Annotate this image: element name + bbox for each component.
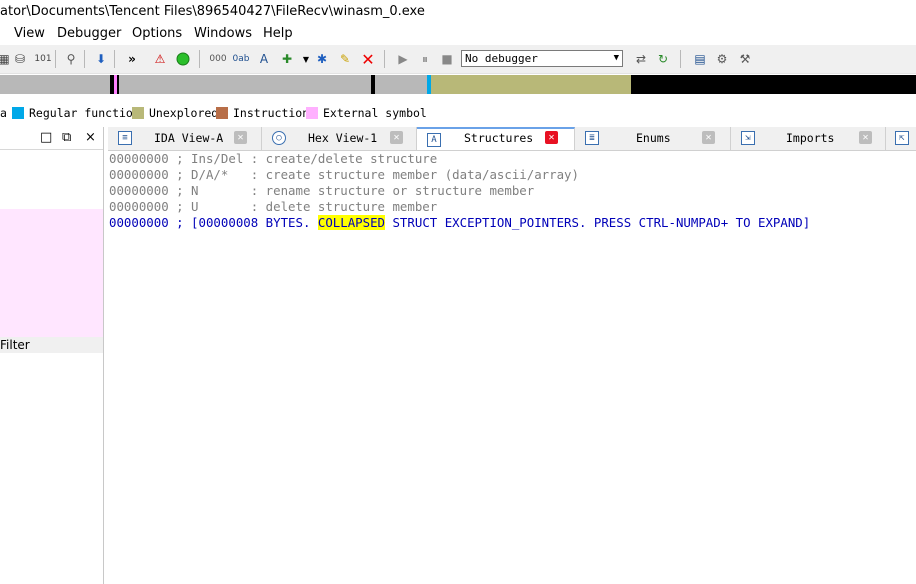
tab-overflow[interactable]: ⇱ xyxy=(886,127,916,150)
close-icon[interactable]: ✕ xyxy=(390,131,403,144)
tab-label: Imports xyxy=(786,131,835,145)
tab-enums[interactable]: ≣ Enums ✕ xyxy=(575,127,731,150)
legend-swatch xyxy=(12,107,24,119)
play-icon[interactable]: ▶ xyxy=(395,51,411,67)
menu-debugger[interactable]: Debugger xyxy=(57,26,121,41)
debugger-select-value: No debugger xyxy=(465,52,538,65)
tab-label: IDA View-A xyxy=(154,131,224,145)
dropdown-arrow-icon[interactable]: ▼ xyxy=(298,51,314,67)
navigation-band[interactable] xyxy=(0,75,916,94)
toolbar: ▦ ⛁ 101 ⚲ ⬇ » ⚠ 000 0ab A ✚ ▼ ✱ ✎ ✕ ▶ ⏸ … xyxy=(0,45,916,74)
tab-imports[interactable]: ⇲ Imports ✕ xyxy=(731,127,886,150)
collapsed-struct-line[interactable]: 00000000 ; [00000008 BYTES. COLLAPSED ST… xyxy=(109,215,810,231)
reload-icon[interactable]: ↻ xyxy=(655,51,671,67)
run-green-icon[interactable] xyxy=(175,51,191,67)
close-icon[interactable]: ✕ xyxy=(545,131,558,144)
struct-icon[interactable]: 000 xyxy=(209,51,226,67)
legend-item: Unexplored xyxy=(149,106,219,120)
tab-structures[interactable]: A Structures ✕ xyxy=(417,127,575,150)
menu-windows[interactable]: Windows xyxy=(194,26,252,41)
stop-icon[interactable]: ■ xyxy=(439,51,455,67)
menu-help[interactable]: Help xyxy=(263,26,293,41)
legend-item: a xyxy=(0,106,7,120)
legend-item: Instruction xyxy=(233,106,310,120)
window-title: ator\Documents\Tencent Files\896540427\F… xyxy=(0,4,425,19)
legend-item: External symbol xyxy=(323,106,427,120)
code-text: 00000000 ; [00000008 BYTES. xyxy=(109,215,318,230)
create-icon[interactable]: ✚ xyxy=(279,51,295,67)
close-icon[interactable]: ✕ xyxy=(859,131,872,144)
code-line: 00000000 ; N : rename structure or struc… xyxy=(109,183,535,198)
menu-bar: View Debugger Options Windows Help xyxy=(0,24,916,45)
code-line: 00000000 ; U : delete structure member xyxy=(109,199,438,214)
code-line: 00000000 ; Ins/Del : create/delete struc… xyxy=(109,151,438,166)
filter-bar[interactable]: Filter xyxy=(0,337,103,353)
chevron-down-icon: ▼ xyxy=(613,53,619,63)
legend-swatch xyxy=(216,107,228,119)
tab-label: Structures xyxy=(464,131,534,145)
menu-view[interactable]: View xyxy=(14,26,45,41)
exports-icon: ⇱ xyxy=(895,131,909,145)
function-list[interactable] xyxy=(0,209,103,337)
more-icon[interactable]: » xyxy=(124,51,140,67)
functions-panel: □ ⧉ × Filter xyxy=(0,127,104,584)
panel-header: □ ⧉ × xyxy=(0,127,103,150)
warning-icon[interactable]: ⚠ xyxy=(152,51,168,67)
tree-icon[interactable]: ⚙ xyxy=(714,51,730,67)
imports-icon: ⇲ xyxy=(741,131,755,145)
enums-icon: ≣ xyxy=(585,131,599,145)
maximize-icon[interactable]: □ xyxy=(40,130,52,145)
ida-view-icon: ≡ xyxy=(118,131,132,145)
structures-view[interactable]: 00000000 ; Ins/Del : create/delete struc… xyxy=(108,151,916,584)
cross-icon[interactable]: ✱ xyxy=(314,51,330,67)
menu-options[interactable]: Options xyxy=(132,26,182,41)
binary-icon[interactable]: 101 xyxy=(34,51,51,67)
close-icon[interactable]: ✕ xyxy=(234,131,247,144)
find-icon[interactable]: ⚲ xyxy=(63,51,79,67)
tab-bar: ≡ IDA View-A ✕ ○ Hex View-1 ✕ A Structur… xyxy=(108,127,916,151)
tab-label: Hex View-1 xyxy=(308,131,378,145)
attach-icon[interactable]: ⇄ xyxy=(633,51,649,67)
filter-label: Filter xyxy=(0,338,30,352)
tab-label: Enums xyxy=(636,131,671,145)
highlighted-word: COLLAPSED xyxy=(317,215,386,230)
enum-icon[interactable]: 0ab xyxy=(233,51,250,67)
legend: a Regular function Unexplored Instructio… xyxy=(0,104,916,122)
hex-view-icon: ○ xyxy=(272,131,286,145)
legend-swatch xyxy=(132,107,144,119)
restore-icon[interactable]: ⧉ xyxy=(62,130,71,145)
close-icon[interactable]: × xyxy=(85,130,96,145)
string-icon[interactable]: A xyxy=(256,51,272,67)
edit-icon[interactable]: ✎ xyxy=(337,51,353,67)
graph-icon[interactable]: ▤ xyxy=(692,51,708,67)
code-text: STRUCT EXCEPTION_POINTERS. PRESS CTRL-NU… xyxy=(385,215,811,230)
title-bar: ator\Documents\Tencent Files\896540427\F… xyxy=(0,0,916,24)
tree-x-icon[interactable]: ⚒ xyxy=(737,51,753,67)
tab-hex-view-1[interactable]: ○ Hex View-1 ✕ xyxy=(262,127,417,150)
legend-item: Regular function xyxy=(29,106,140,120)
pause-icon[interactable]: ⏸ xyxy=(417,51,433,67)
tab-ida-view-a[interactable]: ≡ IDA View-A ✕ xyxy=(108,127,262,150)
delete-icon[interactable]: ✕ xyxy=(360,50,376,69)
debugger-select[interactable]: No debugger ▼ xyxy=(461,50,623,67)
hex-view-icon[interactable]: ▦ xyxy=(0,51,12,67)
close-icon[interactable]: ✕ xyxy=(702,131,715,144)
structures-icon: A xyxy=(427,133,441,147)
bookmark-icon[interactable]: ⛁ xyxy=(12,51,28,67)
jump-down-icon[interactable]: ⬇ xyxy=(93,51,109,67)
legend-swatch xyxy=(306,107,318,119)
code-line: 00000000 ; D/A/* : create structure memb… xyxy=(109,167,579,182)
